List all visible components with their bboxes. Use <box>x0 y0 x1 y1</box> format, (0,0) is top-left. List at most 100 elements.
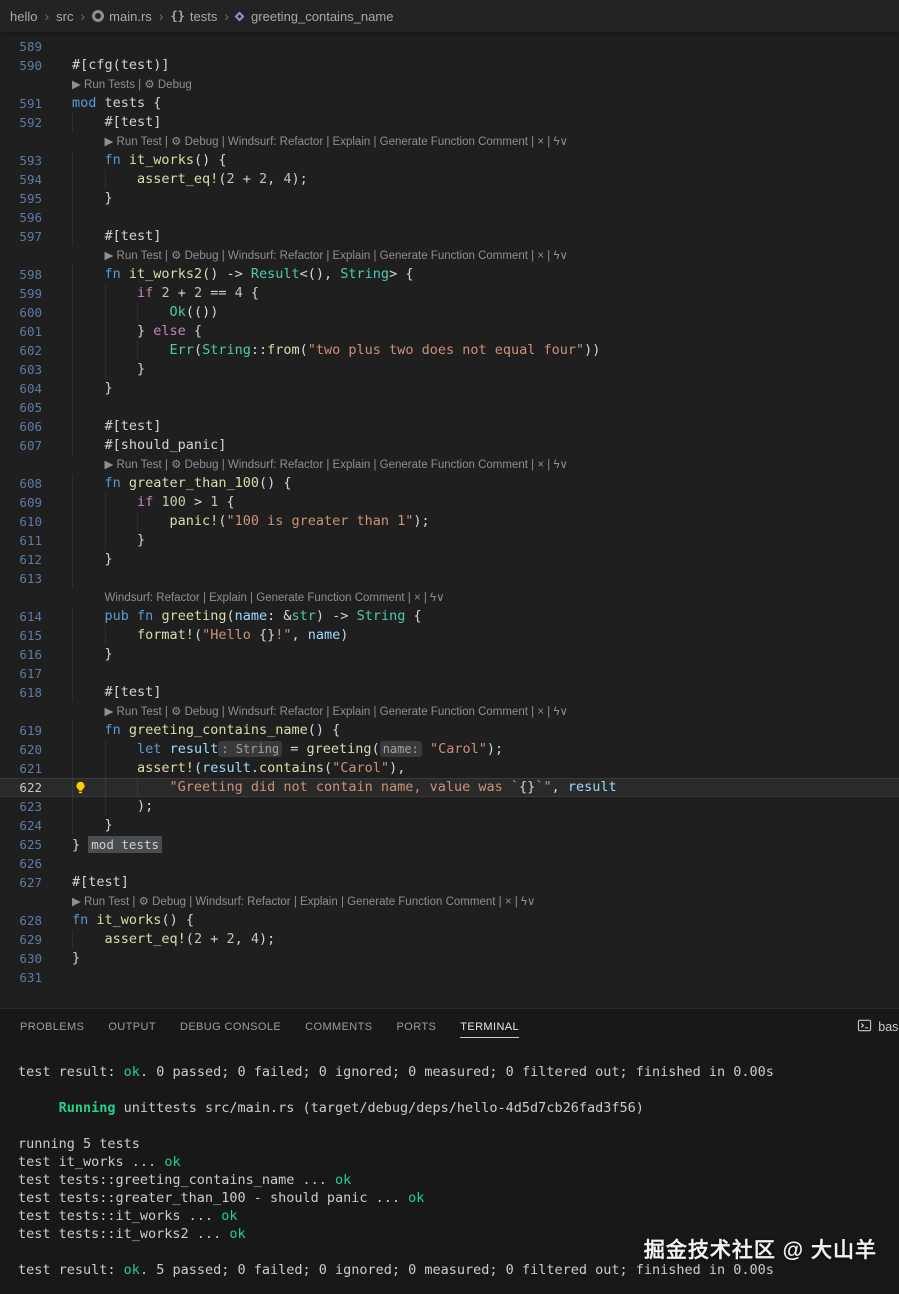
codelens-icon[interactable]: ϟ∨ <box>553 706 568 718</box>
inlay-hint: : String <box>218 741 282 757</box>
codelens-generate-function-comment[interactable]: Generate Function Comment <box>380 459 528 471</box>
codelens-generate-function-comment[interactable]: Generate Function Comment <box>347 896 495 908</box>
codelens-run-test[interactable]: ▶ Run Test <box>105 459 162 471</box>
panel-tab-debug-console[interactable]: DEBUG CONSOLE <box>168 1010 293 1045</box>
codelens-run-test[interactable]: ▶ Run Test <box>72 896 129 908</box>
panel-tab-ports[interactable]: PORTS <box>385 1010 449 1045</box>
breadcrumb-item-greeting-contains-name[interactable]: greeting_contains_name <box>236 9 393 24</box>
codelens-windsurf-refactor[interactable]: Windsurf: Refactor <box>195 896 290 908</box>
codelens-windsurf-refactor[interactable]: Windsurf: Refactor <box>228 706 323 718</box>
breadcrumb-item-main-rs[interactable]: main.rs <box>92 9 152 24</box>
codelens-windsurf-refactor[interactable]: Windsurf: Refactor <box>228 250 323 262</box>
code-line[interactable]: 617 <box>0 664 899 683</box>
code-line[interactable]: 619 fn greeting_contains_name() { <box>0 721 899 740</box>
codelens-icon[interactable]: ϟ∨ <box>430 592 445 604</box>
codelens-windsurf-refactor[interactable]: Windsurf: Refactor <box>228 136 323 148</box>
breadcrumb-item-hello[interactable]: hello <box>10 9 37 24</box>
codelens-run-tests[interactable]: ▶ Run Tests <box>72 79 135 91</box>
line-number: 592 <box>0 113 42 132</box>
code-line[interactable]: 601 } else { <box>0 322 899 341</box>
codelens-run-test[interactable]: ▶ Run Test <box>105 136 162 148</box>
panel-tab-terminal[interactable]: TERMINAL <box>448 1010 531 1045</box>
codelens-icon[interactable]: ϟ∨ <box>553 136 568 148</box>
codelens-windsurf-refactor[interactable]: Windsurf: Refactor <box>228 459 323 471</box>
code-line[interactable]: 611 } <box>0 531 899 550</box>
code-line[interactable]: 606 #[test] <box>0 417 899 436</box>
code-line[interactable]: 630} <box>0 949 899 968</box>
panel-tab-output[interactable]: OUTPUT <box>96 1010 168 1045</box>
codelens-debug[interactable]: ⚙ Debug <box>144 79 191 91</box>
code-line[interactable]: 629 assert_eq!(2 + 2, 4); <box>0 930 899 949</box>
code-line[interactable]: 613 <box>0 569 899 588</box>
code-editor[interactable]: 589590#[cfg(test)]▶ Run Tests | ⚙ Debug5… <box>0 32 899 1008</box>
codelens-explain[interactable]: Explain <box>209 592 247 604</box>
code-token: <(), <box>300 266 341 282</box>
codelens-debug[interactable]: ⚙ Debug <box>171 136 218 148</box>
code-line[interactable]: 599 if 2 + 2 == 4 { <box>0 284 899 303</box>
code-line[interactable]: 628fn it_works() { <box>0 911 899 930</box>
code-line[interactable]: 591mod tests { <box>0 94 899 113</box>
code-line[interactable]: 620 let result: String = greeting(name: … <box>0 740 899 759</box>
code-line[interactable]: 627#[test] <box>0 873 899 892</box>
codelens-explain[interactable]: Explain <box>333 136 371 148</box>
codelens-icon[interactable]: × <box>505 896 512 908</box>
code-line[interactable]: 596 <box>0 208 899 227</box>
code-line[interactable]: 622 "Greeting did not contain name, valu… <box>0 778 899 797</box>
breadcrumb-item-src[interactable]: src <box>56 9 73 24</box>
code-line[interactable]: 608 fn greater_than_100() { <box>0 474 899 493</box>
code-line[interactable]: 615 format!("Hello {}!", name) <box>0 626 899 645</box>
codelens-run-test[interactable]: ▶ Run Test <box>105 250 162 262</box>
code-line[interactable]: 616 } <box>0 645 899 664</box>
codelens-icon[interactable]: ϟ∨ <box>553 250 568 262</box>
codelens-explain[interactable]: Explain <box>300 896 338 908</box>
code-line[interactable]: 589 <box>0 37 899 56</box>
codelens-generate-function-comment[interactable]: Generate Function Comment <box>380 706 528 718</box>
code-line[interactable]: 610 panic!("100 is greater than 1"); <box>0 512 899 531</box>
code-line[interactable]: 603 } <box>0 360 899 379</box>
code-line[interactable]: 626 <box>0 854 899 873</box>
codelens-run-test[interactable]: ▶ Run Test <box>105 706 162 718</box>
code-line[interactable]: 594 assert_eq!(2 + 2, 4); <box>0 170 899 189</box>
code-line[interactable]: 602 Err(String::from("two plus two does … <box>0 341 899 360</box>
code-line[interactable]: 598 fn it_works2() -> Result<(), String>… <box>0 265 899 284</box>
code-line[interactable]: 625} mod tests <box>0 835 899 854</box>
codelens-generate-function-comment[interactable]: Generate Function Comment <box>256 592 404 604</box>
code-line[interactable]: 595 } <box>0 189 899 208</box>
codelens-debug[interactable]: ⚙ Debug <box>171 250 218 262</box>
code-line[interactable]: 600 Ok(()) <box>0 303 899 322</box>
code-line[interactable]: 612 } <box>0 550 899 569</box>
codelens-icon[interactable]: ϟ∨ <box>553 459 568 471</box>
line-number: 591 <box>0 94 42 113</box>
terminal-line: test result: ok. 0 passed; 0 failed; 0 i… <box>18 1063 899 1081</box>
codelens-debug[interactable]: ⚙ Debug <box>171 706 218 718</box>
code-line[interactable]: 631 <box>0 968 899 987</box>
panel-tab-comments[interactable]: COMMENTS <box>293 1010 384 1045</box>
terminal-profile-selector[interactable]: bash - <box>857 1018 899 1036</box>
codelens-generate-function-comment[interactable]: Generate Function Comment <box>380 250 528 262</box>
code-line[interactable]: 624 } <box>0 816 899 835</box>
code-line[interactable]: 597 #[test] <box>0 227 899 246</box>
code-line[interactable]: 614 pub fn greeting(name: &str) -> Strin… <box>0 607 899 626</box>
code-line[interactable]: 609 if 100 > 1 { <box>0 493 899 512</box>
codelens-explain[interactable]: Explain <box>333 250 371 262</box>
code-line[interactable]: 607 #[should_panic] <box>0 436 899 455</box>
codelens-explain[interactable]: Explain <box>333 706 371 718</box>
lightbulb-icon[interactable] <box>74 781 87 794</box>
code-line[interactable]: 621 assert!(result.contains("Carol"), <box>0 759 899 778</box>
codelens-icon[interactable]: ϟ∨ <box>521 896 536 908</box>
codelens-icon[interactable]: × <box>414 592 421 604</box>
codelens-generate-function-comment[interactable]: Generate Function Comment <box>380 136 528 148</box>
codelens-debug[interactable]: ⚙ Debug <box>171 459 218 471</box>
panel-tab-problems[interactable]: PROBLEMS <box>8 1010 96 1045</box>
code-line[interactable]: 604 } <box>0 379 899 398</box>
code-line[interactable]: 605 <box>0 398 899 417</box>
codelens-explain[interactable]: Explain <box>333 459 371 471</box>
code-line[interactable]: 623 ); <box>0 797 899 816</box>
code-line[interactable]: 590#[cfg(test)] <box>0 56 899 75</box>
codelens-windsurf-refactor[interactable]: Windsurf: Refactor <box>105 592 200 604</box>
codelens-debug[interactable]: ⚙ Debug <box>139 896 186 908</box>
code-line[interactable]: 618 #[test] <box>0 683 899 702</box>
code-line[interactable]: 593 fn it_works() { <box>0 151 899 170</box>
code-line[interactable]: 592 #[test] <box>0 113 899 132</box>
breadcrumb-item-tests[interactable]: {}tests <box>170 9 217 24</box>
